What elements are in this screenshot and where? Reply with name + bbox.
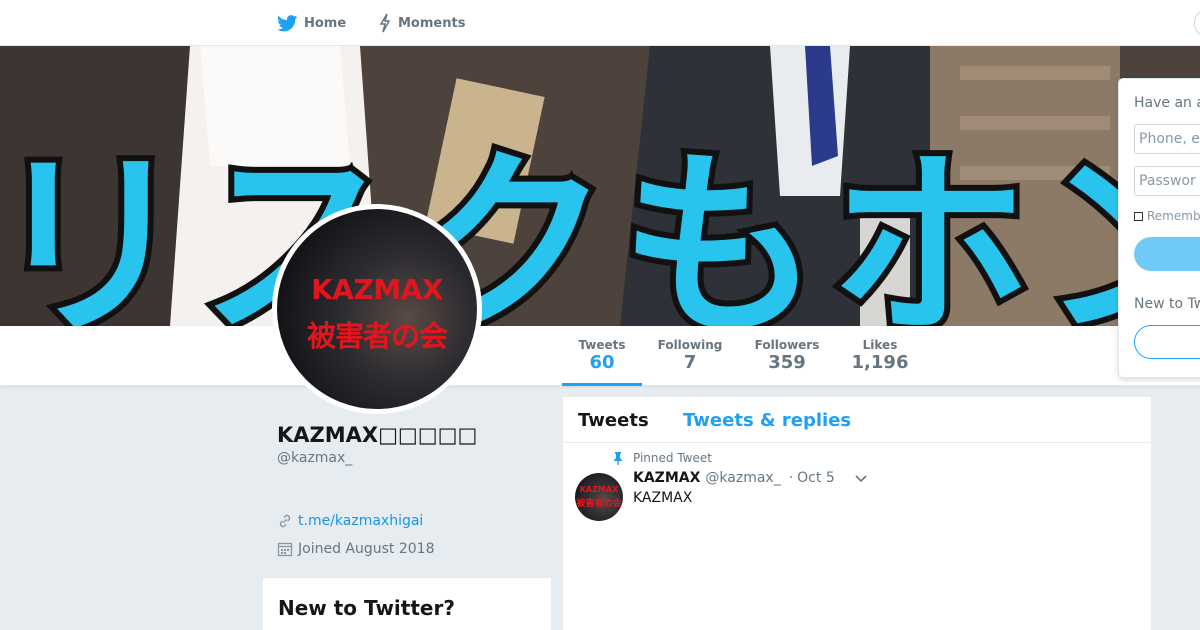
- stat-label: Likes: [862, 338, 898, 352]
- tweet-avatar[interactable]: KAZMAX 被害者の会: [575, 473, 623, 521]
- profile-joined: Joined August 2018: [277, 541, 434, 557]
- nav-moments[interactable]: Moments: [378, 0, 465, 46]
- tab-tweets[interactable]: Tweets: [578, 410, 649, 431]
- pin-icon: [614, 452, 622, 465]
- profile-website-text[interactable]: t.me/kazmaxhigai: [298, 513, 423, 529]
- tweet-separator: ·: [788, 470, 794, 486]
- timeline: Tweets Tweets & replies Pinned Tweet KAZ…: [563, 397, 1151, 630]
- profile-stats-bar: Tweets 60 Following 7 Followers 359 Like…: [0, 326, 1200, 386]
- stat-following[interactable]: Following 7: [650, 326, 730, 386]
- timeline-tabs: Tweets Tweets & replies: [563, 397, 1151, 443]
- stat-value: 7: [683, 352, 697, 373]
- nav-home-label: Home: [304, 15, 347, 31]
- password-input[interactable]: Passwor: [1134, 166, 1200, 196]
- stat-value: 1,196: [851, 352, 909, 373]
- remember-me-checkbox[interactable]: [1134, 211, 1143, 221]
- tab-tweets-and-replies[interactable]: Tweets & replies: [683, 410, 851, 431]
- avatar-text-line1: KAZMAX: [311, 273, 443, 306]
- link-icon: [279, 514, 291, 528]
- stat-label: Followers: [754, 338, 820, 352]
- top-navigation: Home Moments: [0, 0, 1200, 46]
- profile-banner: リスクもホン: [0, 46, 1200, 326]
- stat-label: Following: [657, 338, 723, 352]
- nav-moments-label: Moments: [398, 15, 466, 31]
- stat-followers[interactable]: Followers 359: [747, 326, 827, 386]
- tweet-timestamp[interactable]: Oct 5: [797, 470, 835, 486]
- tweet-author-name[interactable]: KAZMAX: [633, 470, 700, 486]
- twitter-bird-icon: [277, 14, 298, 31]
- login-button[interactable]: [1134, 237, 1200, 271]
- signup-button[interactable]: [1134, 325, 1200, 359]
- nav-account-icon[interactable]: [1194, 8, 1200, 38]
- avatar-text-line2: 被害者の会: [306, 319, 448, 353]
- tweet-avatar-text-line1: KAZMAX: [579, 485, 619, 494]
- profile-joined-text: Joined August 2018: [298, 541, 435, 557]
- lightning-icon: [379, 13, 391, 33]
- pinned-tweet-text: Pinned Tweet: [633, 451, 712, 465]
- new-to-twitter-card: New to Twitter?: [263, 578, 551, 630]
- stat-label: Tweets: [578, 338, 626, 352]
- profile-handle[interactable]: @kazmax_: [277, 450, 352, 466]
- phone-email-input[interactable]: Phone, e: [1134, 124, 1200, 154]
- stat-tweets[interactable]: Tweets 60: [562, 326, 642, 386]
- banner-caption: リスクもホン: [0, 131, 1200, 326]
- login-dropdown: Have an a Phone, e Passwor Rememb New to…: [1118, 78, 1200, 378]
- banner-image: リスクもホン: [0, 46, 1200, 326]
- tweet-author-handle[interactable]: @kazmax_: [705, 470, 780, 486]
- stat-value: 359: [768, 352, 806, 373]
- chevron-down-icon[interactable]: [855, 475, 867, 483]
- tweet-header: KAZMAX @kazmax_ · Oct 5: [633, 470, 835, 486]
- tweet-text: KAZMAX: [633, 490, 693, 506]
- stat-likes[interactable]: Likes 1,196: [840, 326, 920, 386]
- login-title: Have an a: [1134, 95, 1200, 111]
- remember-me[interactable]: Rememb: [1134, 209, 1200, 223]
- tweet-avatar-text-line2: 被害者の会: [576, 499, 622, 509]
- new-to-twitter-label: New to Tw: [1134, 296, 1200, 312]
- nav-home[interactable]: Home: [277, 0, 346, 46]
- calendar-icon: [277, 542, 293, 557]
- pinned-tweet-label: Pinned Tweet: [611, 451, 712, 465]
- profile-display-name[interactable]: KAZMAX□□□□□: [277, 423, 477, 447]
- new-to-twitter-heading: New to Twitter?: [278, 596, 455, 620]
- stat-value: 60: [589, 352, 615, 373]
- remember-me-label: Rememb: [1147, 209, 1200, 223]
- profile-website[interactable]: t.me/kazmaxhigai: [277, 513, 423, 529]
- profile-avatar[interactable]: KAZMAX 被害者の会: [272, 204, 482, 414]
